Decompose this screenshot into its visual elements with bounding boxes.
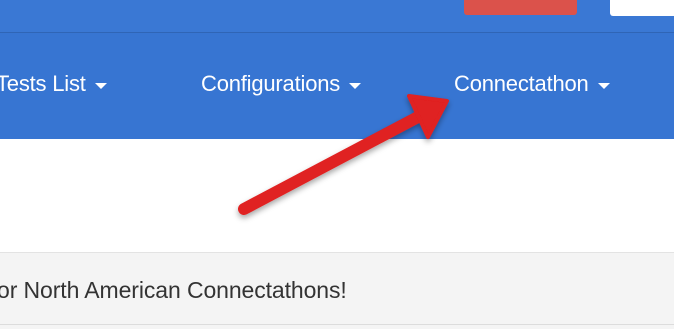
top-search-input[interactable] [610, 0, 674, 16]
top-action-button[interactable] [464, 0, 577, 15]
main-navbar: Tests List Configurations Connectathon [0, 33, 674, 139]
banner-text: or North American Connectathons! [0, 277, 347, 303]
banner-divider [0, 324, 674, 325]
nav-item-tests-list[interactable]: Tests List [0, 70, 107, 98]
chevron-down-icon [349, 82, 362, 89]
chevron-down-icon [94, 82, 107, 89]
nav-item-configurations[interactable]: Configurations [201, 70, 362, 98]
chevron-down-icon [597, 82, 610, 89]
nav-item-label: Connectathon [454, 71, 589, 96]
nav-item-label: Tests List [0, 71, 86, 96]
nav-item-connectathon[interactable]: Connectathon [454, 70, 610, 98]
nav-item-label: Configurations [201, 71, 341, 96]
top-bar [0, 0, 674, 33]
